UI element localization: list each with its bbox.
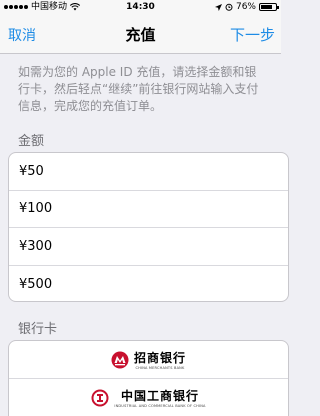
bank-name: 招商银行 (133, 351, 186, 365)
bank-name: 中国工商银行 (120, 389, 199, 403)
amount-option-label: ¥300 (19, 238, 53, 254)
icbc-logo-icon (91, 389, 109, 406)
icbc-logo: 中国工商银行 INDUSTRIAL AND COMMERCIAL BANK OF… (91, 387, 205, 408)
amount-option-300[interactable]: ¥300 (9, 228, 288, 266)
status-right: 76% (214, 0, 279, 14)
bank-option-cmb[interactable]: 招商银行 CHINA MERCHANTS BANK (9, 341, 288, 379)
cmb-logo-icon (111, 351, 129, 368)
status-bar: 中国移动 14:30 76% (0, 0, 281, 14)
navigation-bar: 取消 充值 下一步 (0, 14, 281, 54)
bank-section-header: 银行卡 (18, 322, 58, 337)
battery-icon (259, 3, 279, 11)
next-step-button[interactable]: 下一步 (230, 24, 275, 45)
bank-english-name: INDUSTRIAL AND COMMERCIAL BANK OF CHINA (114, 404, 206, 408)
amount-option-label: ¥500 (19, 276, 53, 292)
location-arrow-icon (214, 3, 222, 11)
amount-option-50[interactable]: ¥50 (9, 153, 288, 191)
amount-option-500[interactable]: ¥500 (9, 266, 288, 302)
cmb-logo: 招商银行 CHINA MERCHANTS BANK (111, 349, 186, 370)
bank-english-name: CHINA MERCHANTS BANK (135, 366, 185, 370)
amount-option-100[interactable]: ¥100 (9, 191, 288, 228)
bank-option-icbc[interactable]: 中国工商银行 INDUSTRIAL AND COMMERCIAL BANK OF… (9, 379, 288, 416)
amount-option-label: ¥50 (19, 163, 44, 179)
bank-card-list: 招商银行 CHINA MERCHANTS BANK 中国工商银行 INDUSTR… (8, 340, 289, 416)
alarm-clock-icon (225, 3, 233, 11)
instructions-text: 如需为您的 Apple ID 充值，请选择金额和银行卡，然后轻点“继续”前往银行… (18, 65, 259, 113)
amount-options-list: ¥50 ¥100 ¥300 ¥500 (8, 152, 289, 302)
battery-percent: 76% (235, 2, 256, 12)
amount-option-label: ¥100 (19, 201, 53, 217)
amount-section-header: 金额 (18, 134, 45, 149)
